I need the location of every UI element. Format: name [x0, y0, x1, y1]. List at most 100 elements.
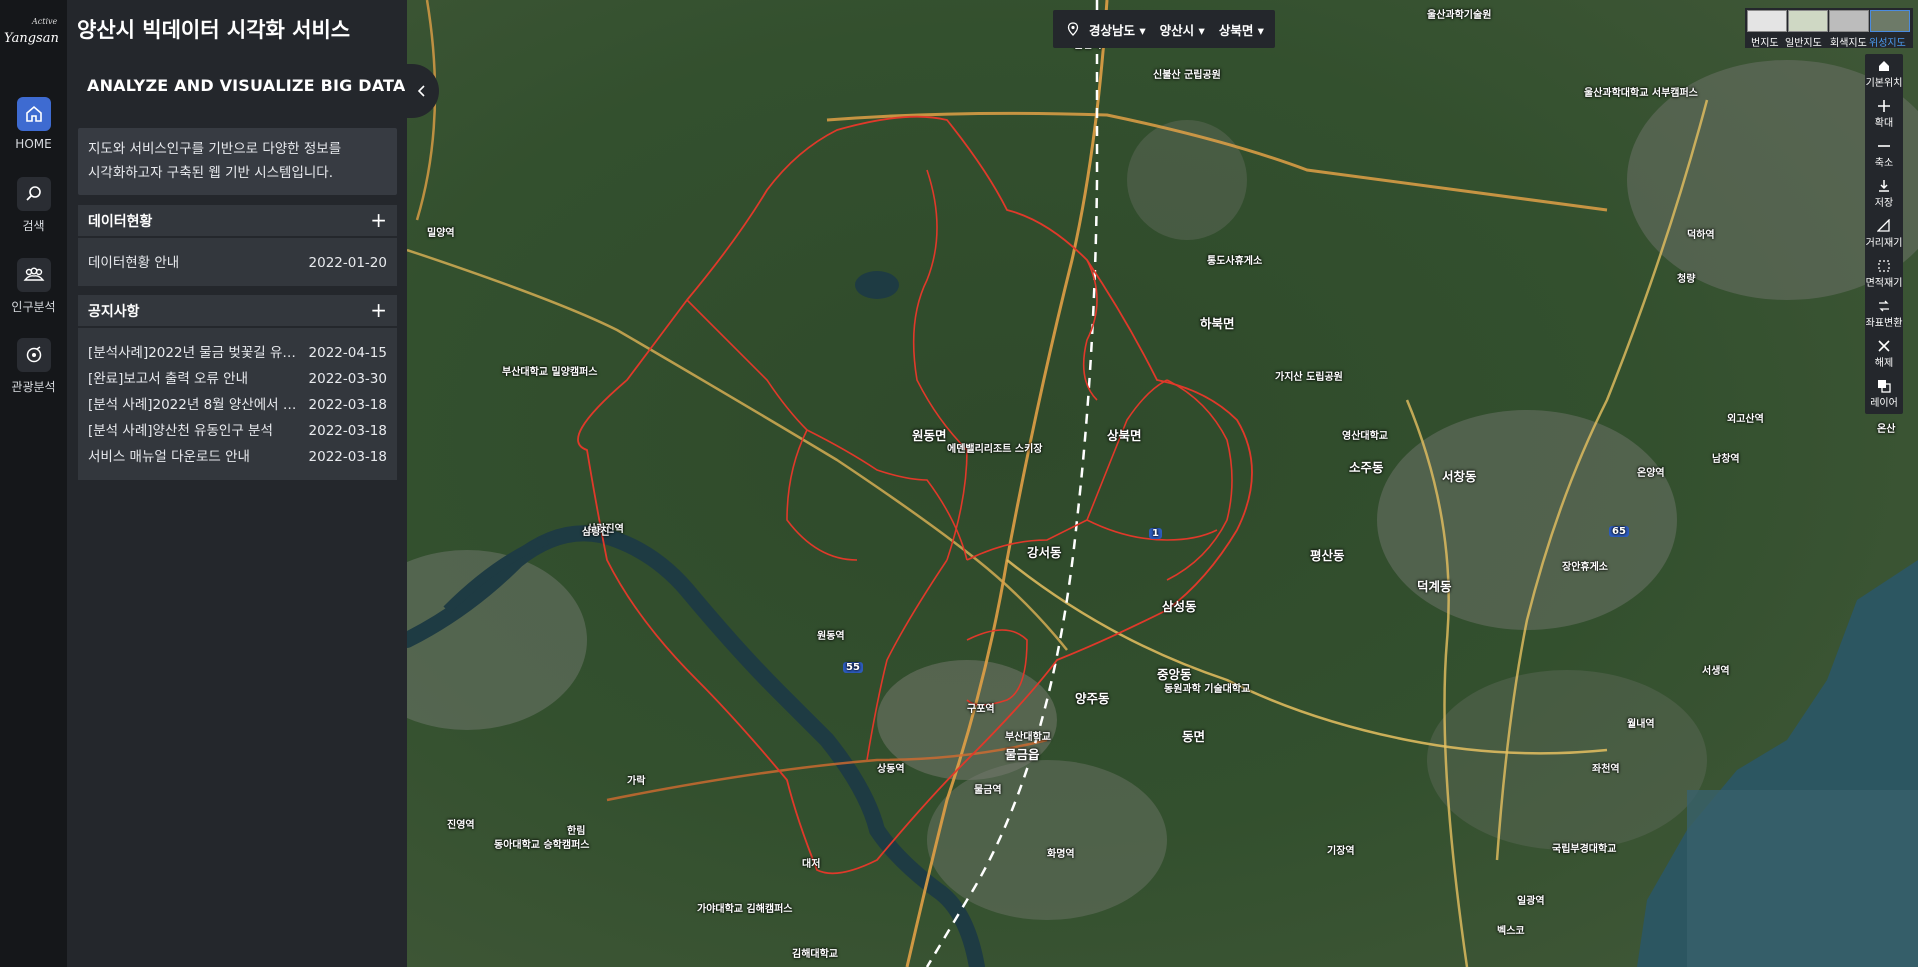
- list-item[interactable]: 데이터현황 안내 2022-01-20: [88, 250, 387, 276]
- map-label-poi: 일광역: [1517, 896, 1545, 907]
- list-item[interactable]: [분석 사례]2022년 8월 양산에서 태어난 아이 2022-03-18: [88, 392, 387, 418]
- intro-line-1: 지도와 서비스인구를 기반으로 다양한 정보를: [88, 141, 342, 157]
- map-label-dong: 소주동: [1349, 460, 1384, 475]
- city-dropdown[interactable]: 양산시 ▾: [1160, 20, 1205, 39]
- notice-more-button[interactable]: +: [370, 298, 387, 322]
- tool-label: 레이어: [1870, 398, 1898, 409]
- data-status-list: 데이터현황 안내 2022-01-20: [78, 236, 397, 286]
- ruler-icon: [1877, 219, 1890, 232]
- list-item-date: 2022-03-18: [308, 449, 387, 465]
- tool-save[interactable]: 저장: [1865, 174, 1903, 212]
- province-value: 경상남도: [1089, 22, 1136, 38]
- district-dropdown[interactable]: 상북면 ▾: [1219, 20, 1264, 39]
- tool-zoom-out[interactable]: 축소: [1865, 134, 1903, 172]
- location-selector: 경상남도 ▾ 양산시 ▾ 상북면 ▾: [1053, 10, 1275, 48]
- basemap-thumb-general[interactable]: [1788, 10, 1828, 32]
- tool-coordinate-transform[interactable]: 좌표변환: [1865, 294, 1903, 332]
- list-item-title: 서비스 매뉴얼 다운로드 안내: [88, 449, 250, 465]
- map-canvas: [407, 0, 1918, 967]
- map-label-poi: 밀양역: [427, 228, 455, 239]
- tool-measure-distance[interactable]: 거리재기: [1865, 214, 1903, 252]
- list-item-title: [완료]보고서 출력 오류 안내: [88, 371, 249, 387]
- road-shield: 55: [843, 662, 863, 673]
- map-label-dong: 물금읍: [1005, 747, 1040, 762]
- data-status-more-button[interactable]: +: [370, 208, 387, 232]
- basemap-label[interactable]: 일반지도: [1785, 34, 1822, 49]
- list-item-title: 데이터현황 안내: [88, 255, 180, 271]
- map-label-poi: 동아대학교 승학캠퍼스: [494, 840, 590, 851]
- tool-measure-area[interactable]: 면적재기: [1865, 254, 1903, 292]
- map-label-dong: 평산동: [1310, 548, 1345, 563]
- map-label-poi: 청량: [1677, 274, 1696, 285]
- satellite-map[interactable]: 원동면 상북면 하북면 강서동 삼성동 중앙동 양주동 동면 물금읍 소주동 서…: [407, 0, 1918, 967]
- tool-label: 좌표변환: [1865, 318, 1903, 329]
- list-item-title: [분석 사례]양산천 유동인구 분석: [88, 423, 273, 439]
- map-label-dong: 하북면: [1200, 316, 1235, 331]
- left-nav-rail: Active Yangsan HOME 검색 인구분석 관광분석: [0, 0, 67, 967]
- map-label-poi: 진영역: [447, 820, 475, 831]
- tool-clear[interactable]: 해제: [1865, 334, 1903, 372]
- nav-population[interactable]: 인구분석: [0, 258, 67, 315]
- tool-label: 확대: [1874, 118, 1894, 129]
- map-label-poi: 통도사휴게소: [1207, 256, 1263, 267]
- map-label-poi: 가야대학교 김해캠퍼스: [697, 904, 793, 915]
- basemap-thumb-cadastral[interactable]: [1747, 10, 1787, 32]
- map-label-poi: 대저: [802, 859, 821, 870]
- map-label-poi: 상동역: [877, 764, 905, 775]
- tool-label: 면적재기: [1865, 278, 1903, 289]
- nav-population-label: 인구분석: [11, 300, 56, 314]
- basemap-thumb-gray[interactable]: [1829, 10, 1869, 32]
- map-label-poi: 기장역: [1327, 846, 1355, 857]
- map-label-poi: 온양역: [1637, 468, 1665, 479]
- map-label-poi: 에덴밸리리조트 스키장: [947, 444, 1043, 455]
- basemap-label-active[interactable]: 위성지도: [1869, 34, 1906, 49]
- search-icon: [16, 177, 51, 211]
- list-item-title: [분석사례]2022년 물금 벚꽃길 유동인구 분석: [88, 345, 308, 361]
- tool-label: 기본위치: [1865, 78, 1903, 89]
- minus-icon: [1878, 145, 1890, 147]
- city-value: 양산시: [1159, 22, 1195, 38]
- basemap-switcher: 번지도 일반지도 회색지도 위성지도: [1745, 8, 1913, 49]
- map-label-poi: 동원과학 기술대학교: [1164, 684, 1251, 695]
- coordinate-icon: [1879, 300, 1889, 312]
- map-label-dong: 양주동: [1075, 691, 1110, 706]
- map-label-dong: 원동면: [912, 428, 947, 443]
- plus-icon: [1878, 100, 1890, 112]
- map-label-poi: 원동역: [817, 631, 845, 642]
- tool-zoom-in[interactable]: 확대: [1865, 94, 1903, 132]
- list-item[interactable]: [분석 사례]양산천 유동인구 분석 2022-03-18: [88, 418, 387, 444]
- map-label-poi: 월내역: [1627, 719, 1655, 730]
- notice-list: [분석사례]2022년 물금 벚꽃길 유동인구 분석 2022-04-15 [완…: [78, 326, 397, 480]
- yangsan-logo[interactable]: Active Yangsan: [2, 14, 59, 50]
- basemap-label[interactable]: 번지도: [1751, 34, 1779, 49]
- basemap-thumb-satellite[interactable]: [1870, 10, 1910, 32]
- list-item-date: 2022-01-20: [308, 255, 387, 271]
- map-label-poi: 삼랑진: [582, 527, 610, 538]
- map-label-poi: 국립부경대학교: [1552, 844, 1617, 855]
- nav-home[interactable]: HOME: [0, 97, 67, 151]
- list-item[interactable]: [분석사례]2022년 물금 벚꽃길 유동인구 분석 2022-04-15: [88, 340, 387, 366]
- close-icon: [1878, 340, 1890, 352]
- map-label-dong: 삼성동: [1162, 599, 1197, 614]
- map-label-poi: 화명역: [1047, 849, 1075, 860]
- map-label-poi: 외고산역: [1727, 414, 1764, 425]
- map-label-poi: 울산과학기술원: [1427, 10, 1492, 21]
- basemap-label[interactable]: 회색지도: [1830, 34, 1867, 49]
- map-label-dong: 강서동: [1027, 545, 1062, 560]
- home-icon: [16, 97, 51, 131]
- province-dropdown[interactable]: 경상남도 ▾: [1089, 20, 1146, 39]
- nav-search[interactable]: 검색: [0, 177, 67, 234]
- nav-tourism-label: 관광분석: [11, 380, 56, 394]
- location-pin-icon: [1067, 22, 1079, 36]
- tool-layers[interactable]: 레이어: [1865, 374, 1903, 412]
- tool-default-location[interactable]: 기본위치: [1865, 54, 1903, 92]
- map-label-poi: 가락: [627, 776, 646, 787]
- nav-tourism[interactable]: 관광분석: [0, 338, 67, 395]
- tool-label: 축소: [1874, 158, 1894, 169]
- map-label-dong: 상북면: [1107, 428, 1142, 443]
- list-item[interactable]: [완료]보고서 출력 오류 안내 2022-03-30: [88, 366, 387, 392]
- list-item[interactable]: 서비스 매뉴얼 다운로드 안내 2022-03-18: [88, 444, 387, 470]
- list-item-date: 2022-04-15: [308, 345, 387, 361]
- map-label-poi: 좌천역: [1592, 764, 1620, 775]
- notice-title: 공지사항: [88, 304, 140, 320]
